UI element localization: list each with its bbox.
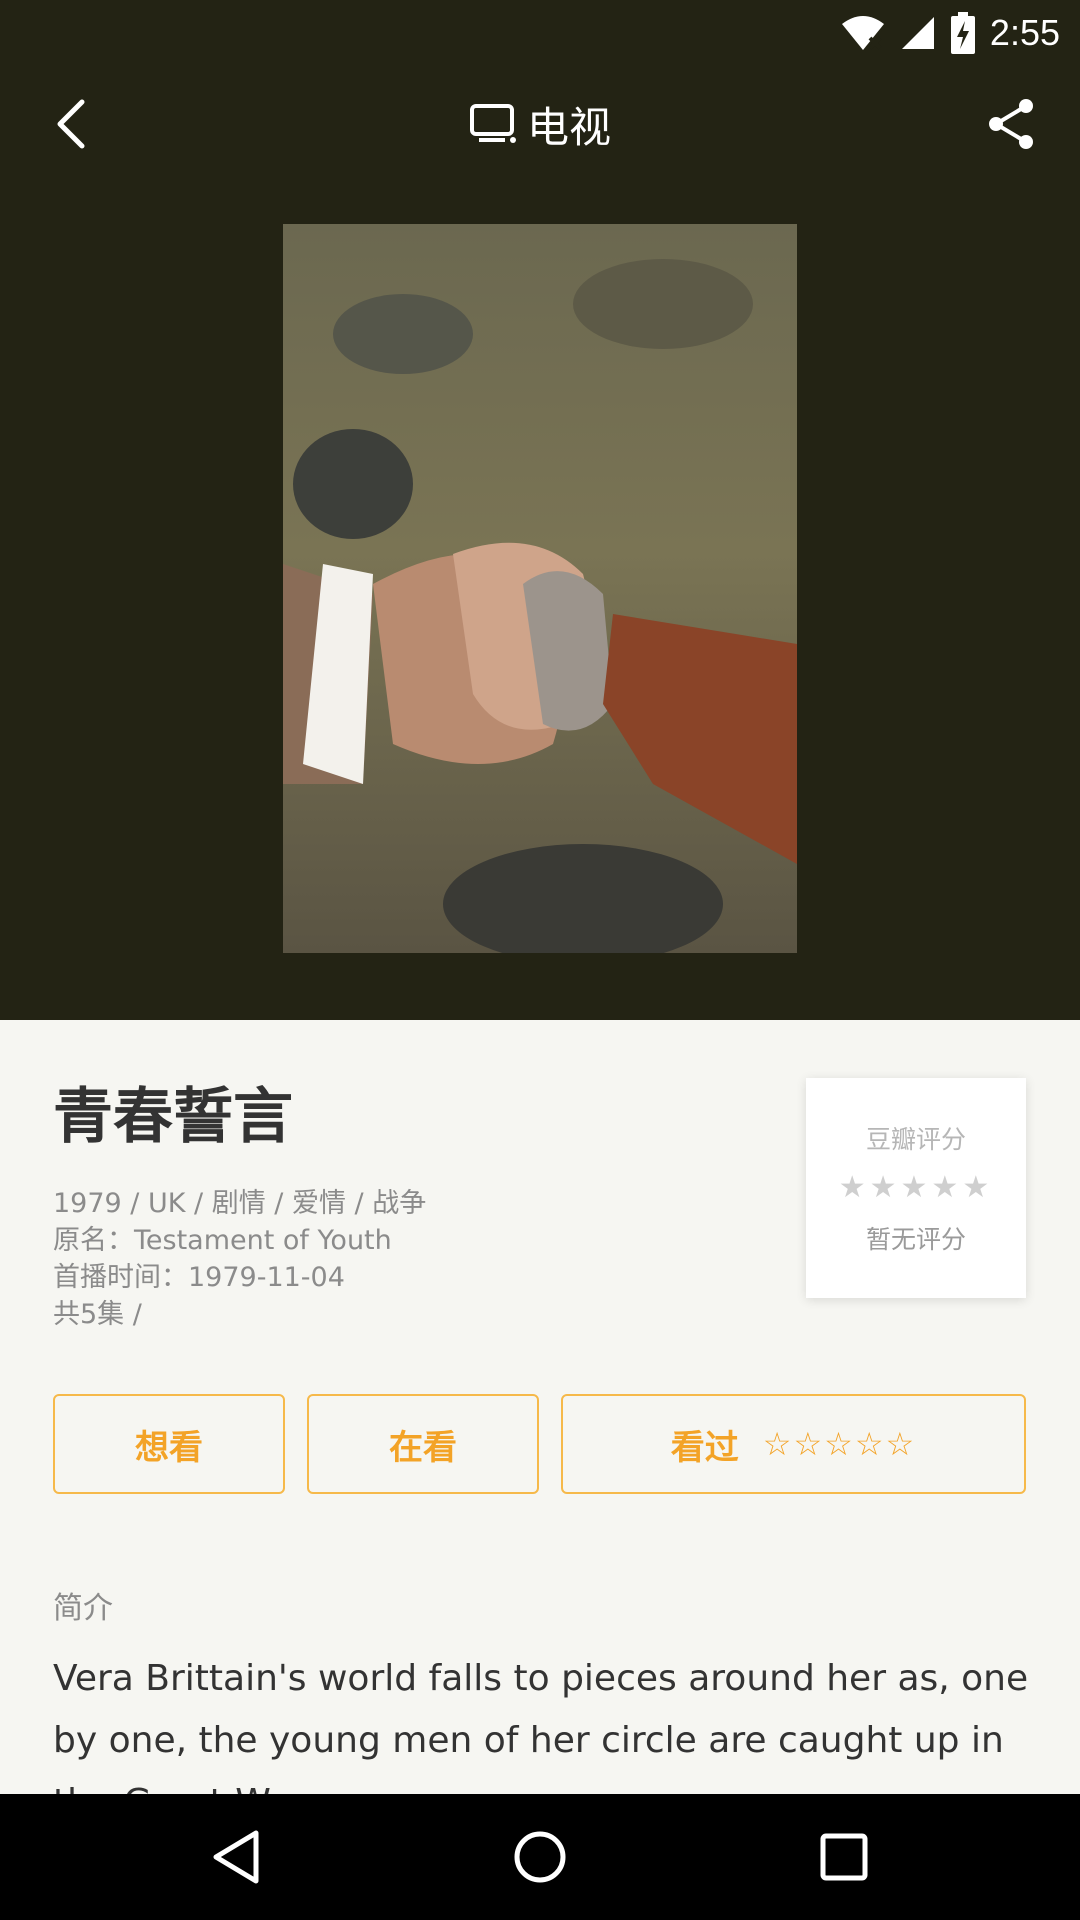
- movie-meta: 1979 / UK / 剧情 / 爱情 / 战争 原名：Testament of…: [53, 1185, 426, 1333]
- wifi-icon: [841, 16, 884, 50]
- meta-original-name: 原名：Testament of Youth: [53, 1225, 392, 1256]
- toolbar-title: 电视: [0, 94, 1080, 154]
- nav-recents-icon[interactable]: [814, 1827, 874, 1887]
- nav-home-icon[interactable]: [510, 1827, 570, 1887]
- meta-episodes: 共5集 /: [53, 1299, 142, 1330]
- watched-button[interactable]: 看过 ☆☆☆☆☆: [561, 1394, 1026, 1494]
- poster-image[interactable]: [283, 224, 797, 953]
- status-bar: 2:55: [0, 0, 1080, 64]
- watching-label: 在看: [389, 1427, 457, 1468]
- navigation-bar: [0, 1794, 1080, 1920]
- header-area: 2:55 电视: [0, 0, 1080, 1020]
- movie-title: 青春誓言: [53, 1082, 293, 1152]
- intro-heading: 简介: [53, 1591, 113, 1626]
- watching-button[interactable]: 在看: [307, 1394, 539, 1494]
- nav-back-icon[interactable]: [206, 1827, 266, 1887]
- meta-year-country-genres: 1979 / UK / 剧情 / 爱情 / 战争: [53, 1188, 427, 1219]
- rating-value: 暂无评分: [865, 1225, 966, 1254]
- meta-premiere-date: 首播时间：1979-11-04: [53, 1262, 345, 1293]
- rating-label: 豆瓣评分: [865, 1125, 966, 1154]
- battery-charging-icon: [950, 12, 975, 54]
- watched-stars-icon: ☆☆☆☆☆: [762, 1425, 917, 1463]
- intro-text[interactable]: Vera Brittain's world falls to pieces ar…: [53, 1648, 1033, 1794]
- toolbar: 电视: [0, 64, 1080, 184]
- share-icon[interactable]: [982, 94, 1042, 154]
- signal-icon: [901, 17, 934, 49]
- watched-label: 看过: [670, 1427, 739, 1468]
- status-icons: 2:55: [840, 8, 1060, 58]
- douban-rating-card: 豆瓣评分 ★★★★★ 暂无评分: [806, 1078, 1026, 1298]
- tv-icon: [469, 104, 516, 143]
- toolbar-title-text: 电视: [526, 102, 611, 152]
- poster-artwork: [283, 224, 797, 953]
- status-time: 2:55: [989, 12, 1060, 53]
- want-to-watch-button[interactable]: 想看: [53, 1394, 285, 1494]
- detail-section: 青春誓言 1979 / UK / 剧情 / 爱情 / 战争 原名：Testame…: [0, 1020, 1080, 1794]
- rating-stars-icon: ★★★★★: [838, 1170, 994, 1205]
- want-to-watch-label: 想看: [135, 1427, 203, 1468]
